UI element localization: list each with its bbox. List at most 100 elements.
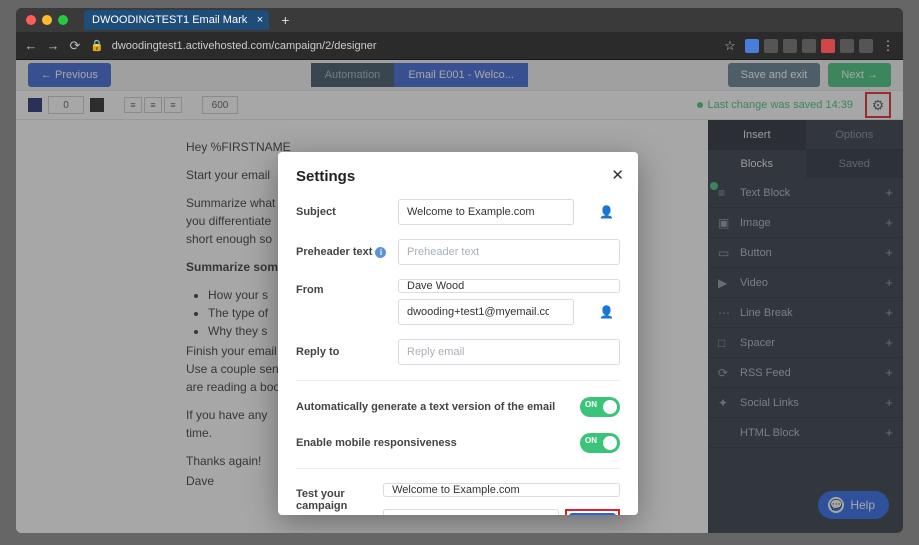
reload-icon[interactable]: ⟳ — [68, 38, 82, 54]
subject-input[interactable] — [398, 199, 574, 225]
settings-modal: Settings ✕ Subject 👤 Preheader texti Fro… — [278, 152, 638, 515]
settings-gear-highlight[interactable]: ⚙ — [865, 92, 891, 118]
color-swatch2[interactable] — [90, 98, 104, 112]
rp-tab-options[interactable]: Options — [806, 120, 904, 149]
rp-item-video[interactable]: ▶Video+ — [708, 268, 903, 298]
menu-icon[interactable]: ⋮ — [881, 38, 895, 54]
ext-icon[interactable] — [821, 39, 835, 53]
tab-email-title[interactable]: Email E001 - Welco... — [394, 63, 528, 87]
plus-icon[interactable]: + — [885, 275, 893, 290]
preheader-label: Preheader texti — [296, 246, 388, 258]
save-exit-button[interactable]: Save and exit — [728, 63, 821, 87]
send-test-button[interactable]: Send Test — [569, 513, 616, 515]
from-email-input[interactable] — [398, 299, 574, 325]
width-input[interactable]: 600 — [202, 96, 238, 114]
from-name-input[interactable] — [398, 279, 620, 293]
rp-item-social-links[interactable]: ✦Social Links+ — [708, 388, 903, 418]
next-button[interactable]: Next → — [828, 63, 891, 87]
plus-icon[interactable]: + — [885, 215, 893, 230]
plus-icon[interactable]: + — [885, 335, 893, 350]
close-icon[interactable]: ✕ — [611, 166, 624, 184]
person-icon[interactable]: 👤 — [599, 305, 614, 319]
ext-icon[interactable] — [802, 39, 816, 53]
window-min-dot[interactable] — [42, 15, 52, 25]
info-icon[interactable]: i — [375, 247, 386, 258]
new-tab-button[interactable]: + — [281, 12, 289, 28]
block-icon: ⟳ — [718, 366, 732, 380]
mobile-label: Enable mobile responsiveness — [296, 437, 457, 449]
browser-tab[interactable]: DWOODINGTEST1 Email Mark × — [84, 10, 269, 30]
ext-icon[interactable] — [859, 39, 873, 53]
editor-toolbar: 0 ≡ ≡ ≡ 600 Last change was saved 14:39 … — [16, 90, 903, 120]
plus-icon[interactable]: + — [885, 245, 893, 260]
right-panel: Insert Options Blocks Saved ≡Text Block+… — [708, 120, 903, 533]
block-label: Line Break — [740, 307, 793, 319]
align-right-icon[interactable]: ≡ — [164, 97, 182, 113]
block-label: RSS Feed — [740, 367, 791, 379]
plus-icon[interactable]: + — [885, 185, 893, 200]
address-bar: ← → ⟳ 🔒 dwoodingtest1.activehosted.com/c… — [16, 32, 903, 60]
align-center-icon[interactable]: ≡ — [144, 97, 162, 113]
ext-icon[interactable] — [745, 39, 759, 53]
rp-tab-insert[interactable]: Insert — [708, 120, 806, 149]
subject-label: Subject — [296, 206, 388, 218]
gear-icon[interactable]: ⚙ — [872, 97, 885, 114]
rp-item-html-block[interactable]: HTML Block+ — [708, 418, 903, 448]
window-max-dot[interactable] — [58, 15, 68, 25]
align-left-icon[interactable]: ≡ — [124, 97, 142, 113]
back-icon[interactable]: ← — [24, 38, 38, 53]
reply-input[interactable] — [398, 339, 620, 365]
test-subject-input[interactable] — [383, 483, 620, 497]
plus-icon[interactable]: + — [885, 305, 893, 320]
help-button[interactable]: 💬 Help — [818, 491, 889, 519]
tab-close-icon[interactable]: × — [257, 14, 263, 26]
from-label: From — [296, 279, 388, 296]
status-dot-icon — [697, 102, 703, 108]
person-icon[interactable]: 👤 — [599, 205, 614, 219]
plus-icon[interactable]: + — [885, 365, 893, 380]
test-label: Test your campaign — [296, 483, 373, 512]
align-group: ≡ ≡ ≡ — [124, 97, 182, 113]
block-icon: ≡ — [718, 186, 732, 200]
tab-automation[interactable]: Automation — [311, 63, 395, 87]
rp-sub-saved[interactable]: Saved — [806, 150, 904, 178]
block-icon: ▭ — [718, 246, 732, 260]
rp-item-line-break[interactable]: ⋯Line Break+ — [708, 298, 903, 328]
titlebar: DWOODINGTEST1 Email Mark × + — [16, 8, 903, 32]
rp-item-button[interactable]: ▭Button+ — [708, 238, 903, 268]
test-email-input[interactable] — [383, 509, 559, 515]
tab-title: DWOODINGTEST1 Email Mark — [92, 14, 247, 26]
saved-text: Last change was saved 14:39 — [707, 99, 853, 111]
rp-item-text-block[interactable]: ≡Text Block+ — [708, 178, 903, 208]
ext-icon[interactable] — [783, 39, 797, 53]
url-text[interactable]: dwoodingtest1.activehosted.com/campaign/… — [112, 40, 715, 52]
panel-indicator-icon — [710, 182, 718, 190]
block-label: Spacer — [740, 337, 775, 349]
color-swatch[interactable] — [28, 98, 42, 112]
browser-window: DWOODINGTEST1 Email Mark × + ← → ⟳ 🔒 dwo… — [16, 8, 903, 533]
block-label: Image — [740, 217, 771, 229]
autotext-toggle[interactable]: ON — [580, 397, 620, 417]
mobile-toggle[interactable]: ON — [580, 433, 620, 453]
rp-item-rss-feed[interactable]: ⟳ RSS Feed + — [708, 358, 903, 388]
previous-button[interactable]: ← Previous — [28, 63, 111, 87]
send-test-highlight: Send Test — [565, 509, 620, 515]
forward-icon[interactable]: → — [46, 38, 60, 53]
border-width-input[interactable]: 0 — [48, 96, 84, 114]
rp-item-spacer[interactable]: □ Spacer + — [708, 328, 903, 358]
ext-icon[interactable] — [764, 39, 778, 53]
rp-item-image[interactable]: ▣Image+ — [708, 208, 903, 238]
help-icon: 💬 — [828, 497, 844, 513]
plus-icon[interactable]: + — [885, 395, 893, 410]
lock-icon: 🔒 — [90, 39, 104, 52]
extension-icons — [745, 39, 873, 53]
block-icon: □ — [718, 336, 732, 350]
modal-title: Settings — [296, 168, 620, 185]
ext-icon[interactable] — [840, 39, 854, 53]
preheader-input[interactable] — [398, 239, 620, 265]
plus-icon[interactable]: + — [885, 425, 893, 440]
star-icon[interactable]: ☆ — [723, 38, 737, 54]
help-label: Help — [850, 498, 875, 512]
rp-sub-blocks[interactable]: Blocks — [708, 150, 806, 178]
window-close-dot[interactable] — [26, 15, 36, 25]
